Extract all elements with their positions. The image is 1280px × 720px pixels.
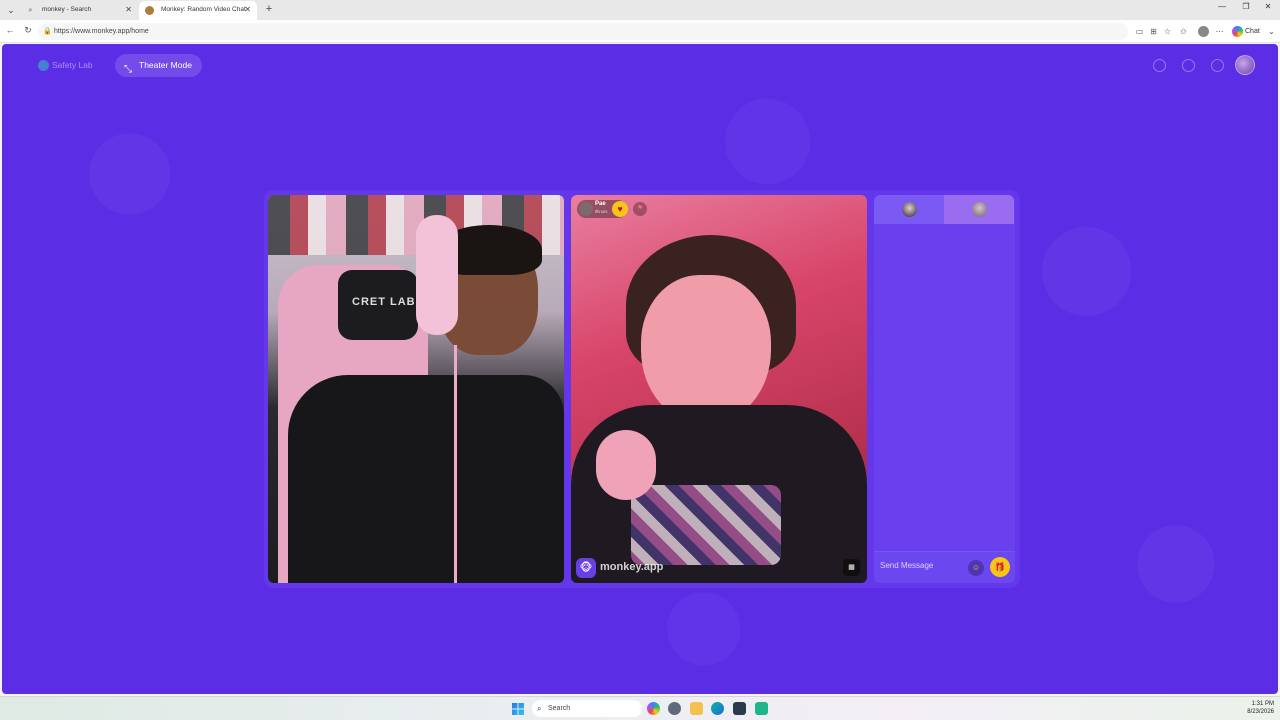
headset [416,215,458,335]
theater-mode-button[interactable]: ⤡ Theater Mode [115,54,202,77]
peer-chat-avatar [902,202,917,217]
peer-subtitle: Illinois [595,209,608,214]
close-window-icon[interactable]: ✕ [1258,2,1278,11]
tab-monkey-app[interactable]: Monkey: Random Video Chat ✕ [139,1,257,20]
edge-browser-icon[interactable] [711,702,724,715]
peer-person-hand [596,430,656,500]
report-flag-button[interactable]: ⚑ [633,202,647,216]
search-icon: ⌕ [28,7,33,14]
chat-tabs [874,195,1015,224]
coins-icon[interactable] [1153,59,1166,72]
system-clock[interactable]: 1:31 PM 8/23/2026 [1232,700,1274,716]
camera-icon[interactable]: ▭ [1134,26,1145,37]
refresh-icon[interactable]: ↻ [22,25,34,36]
tab-monkey-search[interactable]: ⌕ monkey - Search ✕ [20,1,138,20]
copilot-chat-button[interactable]: Chat [1232,25,1260,38]
clock-date: 8/23/2026 [1247,709,1274,715]
copilot-icon [1232,26,1243,37]
safety-lab-label: Safety Lab [52,60,93,70]
new-tab-icon[interactable]: + [262,2,276,16]
back-icon[interactable]: ← [4,25,16,35]
copilot-app-icon[interactable] [647,702,660,715]
collections-icon[interactable]: ✩ [1178,26,1189,37]
file-explorer-icon[interactable] [690,702,703,715]
chat-button-label: Chat [1245,28,1260,35]
messages-icon[interactable] [1211,59,1224,72]
close-tab-icon[interactable]: ✕ [125,1,132,19]
clock-time: 1:31 PM [1251,701,1274,707]
tab-actions-menu-icon[interactable]: ⌄ [4,3,18,17]
favorite-star-icon[interactable]: ☆ [1162,26,1173,37]
windows-start-icon[interactable] [512,703,524,715]
chair-headrest: CRET LAB [338,270,418,340]
headset-cable [454,345,457,583]
tab-title: monkey - Search [42,6,92,13]
peer-name: Pae [595,201,606,207]
windows-taskbar: ⌕ Search 1:31 PM 8/23/2026 [0,696,1280,720]
browser-toolbar: ← ↻ 🔒 https://www.monkey.app/home ▭ ⊞ ☆ … [0,20,1280,43]
tab-title: Monkey: Random Video Chat [161,6,246,13]
brand-watermark: monkey.app [600,561,664,573]
monkey-logo-icon: 🐵 [576,558,596,578]
monkey-favicon-icon [145,6,154,15]
send-message-input[interactable] [880,557,968,573]
search-icon: ⌕ [537,704,542,713]
minimize-icon[interactable]: — [1212,2,1232,11]
restore-icon[interactable]: ❐ [1236,2,1256,11]
peer-avatar [579,202,593,216]
extensions-icon[interactable]: ⊞ [1148,26,1159,37]
lock-icon: 🔒 [43,28,52,35]
settings-gear-icon[interactable] [668,702,681,715]
close-tab-icon[interactable]: ✕ [244,1,251,19]
theater-mode-label: Theater Mode [139,60,192,70]
peer-video-feed: Pae Illinois ♥ ⚑ 🐵 monkey.app ▦ [571,195,867,583]
message-composer: ☺ 🎁 [874,551,1015,583]
url-text: https://www.monkey.app/home [54,28,149,35]
self-person-body [288,375,564,583]
store-icon[interactable] [733,702,746,715]
chevron-down-icon[interactable]: ⌄ [1266,26,1277,37]
more-options-button[interactable]: ▦ [843,559,860,576]
shield-icon [38,60,49,71]
self-video-feed: CRET LAB [268,195,564,583]
self-chat-avatar [972,202,987,217]
chat-tab-self[interactable] [944,195,1014,224]
profile-avatar[interactable] [1198,26,1209,37]
taskbar-search[interactable]: ⌕ Search [532,700,642,717]
expand-icon: ⤡ [124,64,132,75]
peer-person-face [641,275,771,425]
address-bar[interactable]: 🔒 https://www.monkey.app/home [38,23,1128,40]
chat-panel: ☺ 🎁 [874,195,1015,583]
peer-shirt-print [631,485,781,565]
safety-lab-button[interactable]: Safety Lab [28,54,103,77]
user-avatar[interactable] [1235,55,1255,75]
taskbar-search-placeholder: Search [548,705,571,712]
video-chat-stage: CRET LAB Pae Illinois ♥ ⚑ 🐵 monkey.app ▦ [264,190,1020,588]
add-friend-heart-button[interactable]: ♥ [612,201,628,217]
terminal-app-icon[interactable] [755,702,768,715]
emoji-icon[interactable]: ☺ [968,560,984,576]
monkey-app-page: Safety Lab ⤡ Theater Mode CRET LAB Pae I… [2,44,1278,694]
chat-tab-peer[interactable] [874,195,944,224]
more-options-icon[interactable]: ⋯ [1214,26,1225,37]
browser-tab-strip: ⌄ ⌕ monkey - Search ✕ Monkey: Random Vid… [0,0,1280,20]
history-icon[interactable] [1182,59,1195,72]
gift-icon[interactable]: 🎁 [990,557,1010,577]
